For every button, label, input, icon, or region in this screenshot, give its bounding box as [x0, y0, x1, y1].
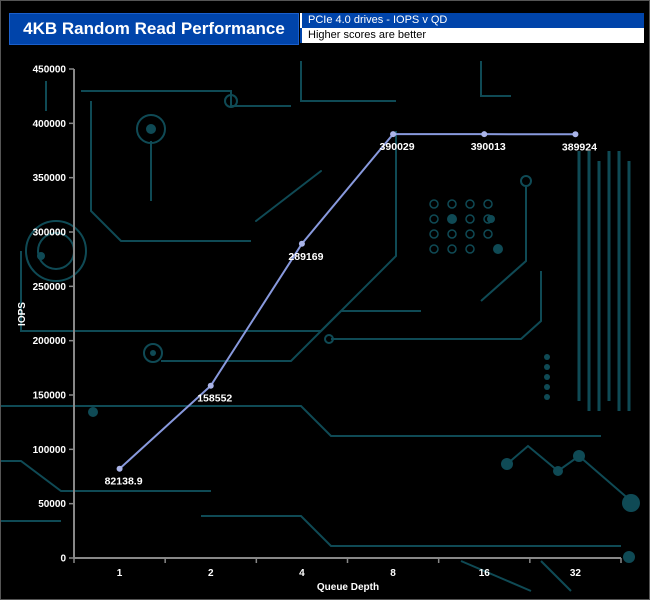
data-label: 158552: [197, 393, 232, 405]
x-tick-label: 8: [390, 568, 396, 579]
data-point: [298, 240, 305, 247]
chart-note: Higher scores are better: [300, 28, 644, 43]
data-label: 289169: [288, 251, 323, 263]
y-axis-title: IOPS: [17, 302, 28, 326]
y-tick-label: 450000: [33, 65, 67, 76]
y-tick-label: 0: [60, 554, 66, 565]
y-tick-label: 200000: [33, 336, 67, 347]
y-tick-label: 400000: [33, 119, 67, 130]
data-label: 390029: [380, 141, 415, 153]
y-tick-label: 250000: [33, 282, 67, 293]
data-point: [390, 131, 397, 138]
data-label: 389924: [562, 141, 597, 153]
chart-title: 4KB Random Read Performance: [9, 13, 299, 45]
y-axis-ticks: 0 50000 100000 150000 200000 250000 300000 3500…: [33, 65, 74, 565]
y-tick-label: 150000: [33, 391, 67, 402]
series-iops: [116, 131, 579, 472]
x-tick-label: 32: [570, 568, 582, 579]
y-tick-label: 100000: [33, 445, 67, 456]
line-chart: 0 50000 100000 150000 200000 250000 300000 3500…: [1, 61, 640, 593]
circuit-background: [1, 61, 640, 592]
y-tick-label: 300000: [33, 228, 67, 239]
x-axis-title: Queue Depth: [317, 582, 379, 593]
data-label: 390013: [471, 141, 506, 153]
x-axis-ticks: 1 2 4 8 16 32: [73, 558, 622, 579]
y-tick-label: 350000: [33, 173, 67, 184]
series-line: [118, 133, 576, 470]
chart-frame: 0 50000 100000 150000 200000 250000 300000 3500…: [0, 0, 650, 600]
data-point: [481, 131, 488, 138]
subtitle-panel: PCIe 4.0 drives - IOPS v QD Higher score…: [300, 13, 644, 43]
data-point: [116, 465, 123, 472]
data-point: [207, 382, 214, 389]
x-tick-label: 16: [479, 568, 491, 579]
y-tick-label: 50000: [38, 499, 66, 510]
x-tick-label: 1: [117, 568, 123, 579]
data-point: [572, 131, 579, 138]
x-tick-label: 2: [208, 568, 214, 579]
x-tick-label: 4: [299, 568, 305, 579]
data-label: 82138.9: [105, 476, 143, 488]
chart-subtitle: PCIe 4.0 drives - IOPS v QD: [300, 13, 644, 28]
